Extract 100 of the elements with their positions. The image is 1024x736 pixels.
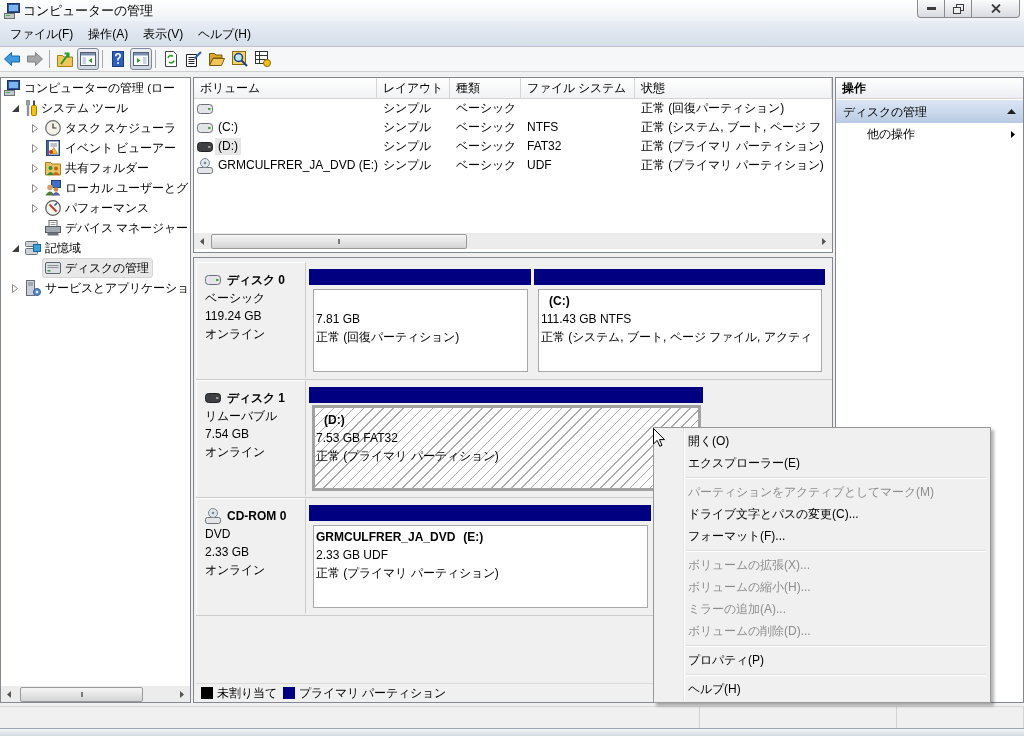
partition-status: 正常 (プライマリ パーティション) [316, 565, 499, 582]
back-arrow-icon [4, 51, 20, 67]
collapsed-arrow-icon[interactable] [32, 183, 38, 193]
right-arrow-icon [180, 690, 184, 698]
mouse-pointer-icon [653, 428, 665, 447]
tree-item[interactable]: ローカル ユーザーとグ [42, 178, 190, 198]
layout-text: シンプル [383, 157, 431, 174]
partition-size: 7.53 GB FAT32 [316, 430, 398, 447]
cd-drive-icon [205, 508, 221, 524]
shared-folder-icon [45, 160, 61, 176]
tree-item[interactable]: コンピューターの管理 (ロー [1, 78, 180, 98]
partition-box[interactable]: 7.81 GB 正常 (回復パーティション) [313, 289, 528, 372]
horizontal-scrollbar[interactable] [194, 233, 832, 249]
forward-arrow-icon [27, 51, 43, 67]
volume-name[interactable]: (C:) [215, 119, 241, 136]
file-system: NTFS [527, 119, 559, 136]
layout-text: シンプル [383, 138, 431, 155]
tree-item[interactable]: パフォーマンス [42, 198, 153, 218]
tools-icon [25, 100, 37, 116]
folder-up-icon [57, 51, 73, 67]
legend-label: プライマリ パーティション [299, 685, 447, 701]
cd-drive-icon [197, 157, 213, 174]
storage-icon [25, 240, 41, 256]
disk-drive-icon [45, 260, 61, 276]
refresh-icon [163, 51, 179, 67]
disk-size: 2.33 GB [205, 544, 250, 561]
collapsed-arrow-icon[interactable] [32, 123, 38, 133]
tree-item[interactable]: サービスとアプリケーショ [22, 278, 190, 298]
volume-status: 正常 (プライマリ パーティション) [641, 157, 824, 174]
expanded-arrow-icon[interactable] [11, 244, 19, 252]
computer-icon [4, 2, 20, 19]
tree-item[interactable]: 記憶域 [22, 238, 85, 258]
search-icon [232, 51, 248, 67]
partition-status: 正常 (回復パーティション) [316, 329, 460, 346]
file-system: FAT32 [527, 138, 562, 155]
volume-name[interactable]: GRMCULFRER_JA_DVD (E:) [215, 157, 382, 174]
menu-item[interactable]: プロパティ(P) [687, 649, 988, 671]
close-button[interactable] [972, 0, 1020, 18]
collapsed-arrow-icon[interactable] [32, 163, 38, 173]
tree-item[interactable]: ディスクの管理 [42, 258, 153, 278]
legend-label: 未割り当て [217, 685, 277, 701]
toolbar-button[interactable] [130, 48, 152, 70]
minimize-button[interactable] [917, 0, 945, 18]
disk-name: ディスク 0 [227, 272, 285, 289]
window-title: コンピューターの管理 [23, 2, 153, 19]
disk-status: オンライン [205, 444, 265, 461]
restore-button[interactable] [945, 0, 972, 18]
panel-icon [80, 51, 96, 67]
column-header[interactable]: レイアウト [377, 78, 450, 99]
column-header[interactable]: 状態 [635, 78, 832, 99]
tree-item[interactable]: タスク スケジューラ [42, 118, 181, 138]
menu-item[interactable]: フォーマット(F)... [687, 525, 988, 547]
drive-letter: (E:) [463, 530, 484, 544]
horizontal-scrollbar[interactable] [1, 686, 190, 702]
column-header[interactable]: ファイル システム [521, 78, 635, 99]
volume-status: 正常 (回復パーティション) [641, 100, 785, 117]
partition-box[interactable]: (C:) 111.43 GB NTFS 正常 (システム, ブート, ページ ファイル, アクティ [538, 289, 822, 372]
close-icon [990, 4, 1001, 13]
drive-icon [205, 393, 221, 403]
column-header[interactable]: ボリューム [194, 78, 377, 99]
server-gear-icon [25, 280, 41, 296]
section-header[interactable]: ディスクの管理 [836, 100, 1023, 123]
action-link[interactable]: 他の操作 [836, 123, 1023, 145]
collapsed-arrow-icon[interactable] [32, 203, 38, 213]
menu-item[interactable]: ファイル(F) [3, 22, 81, 45]
menu-item[interactable]: ヘルプ(H) [191, 22, 258, 45]
folder-icon [209, 51, 225, 67]
toolbar-button[interactable] [252, 48, 274, 70]
tree-item[interactable]: システム ツール [22, 98, 133, 118]
menu-item[interactable]: 表示(V) [136, 22, 191, 45]
menu-item[interactable]: ヘルプ(H) [687, 678, 988, 700]
collapsed-arrow-icon[interactable] [32, 143, 38, 153]
toolbar-button[interactable] [183, 48, 205, 70]
toolbar-button[interactable] [77, 48, 99, 70]
drive-letter: (D:) [324, 413, 345, 427]
volume-type: ベーシック [456, 157, 516, 174]
menu-item[interactable]: 操作(A) [81, 22, 136, 45]
volume-name[interactable]: (D:) [215, 138, 241, 155]
scrollbar-thumb[interactable] [20, 686, 143, 702]
partition-size: 2.33 GB UDF [316, 547, 389, 564]
volume-type: ベーシック [456, 119, 516, 136]
tree-item[interactable]: デバイス マネージャー [42, 218, 190, 238]
layout-text: シンプル [383, 100, 431, 117]
column-header[interactable]: 種類 [450, 78, 521, 99]
restore-icon [952, 3, 964, 14]
partition-size: 111.43 GB NTFS [541, 311, 632, 328]
menu-item[interactable]: ドライブ文字とパスの変更(C)... [687, 503, 988, 525]
drive-letter: (C:) [549, 294, 570, 308]
tree-item[interactable]: イベント ビューアー [42, 138, 181, 158]
disk-size: 7.54 GB [205, 426, 250, 443]
help-icon [110, 51, 126, 67]
tree-item[interactable]: 共有フォルダー [42, 158, 153, 178]
partition-status: 正常 (システム, ブート, ページ ファイル, アクティ [541, 329, 812, 346]
actions-title: 操作 [836, 78, 1023, 99]
drive-icon [205, 275, 221, 285]
scrollbar-thumb[interactable] [211, 233, 467, 249]
partition-box[interactable]: GRMCULFRER_JA_DVD (E:) 2.33 GB UDF 正常 (プライマリ パーティション) [313, 525, 648, 608]
expanded-arrow-icon[interactable] [11, 104, 19, 112]
volume-type: ベーシック [456, 138, 516, 155]
collapsed-arrow-icon[interactable] [12, 283, 18, 293]
